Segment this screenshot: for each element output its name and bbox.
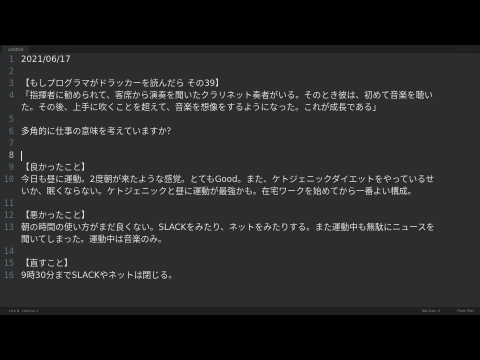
line-number: 15 xyxy=(3,259,14,269)
line-13: 13 朝の時間の使い方がまだ良くない。SLACKをみたり、ネットをみたりする。また… xyxy=(0,222,480,234)
line-9: 9 【良かったこと】 xyxy=(0,162,480,174)
line-text: 2021/06/17 xyxy=(21,55,71,65)
line-number: 6 xyxy=(8,127,14,137)
line-14: 14 xyxy=(0,246,480,258)
line-11: 11 xyxy=(0,198,480,210)
line-number: 14 xyxy=(3,247,14,257)
line-1: 1 2021/06/17 xyxy=(0,54,480,66)
line-text: 【もしプログラマがドラッカーを読んだら その39】 xyxy=(21,79,224,89)
line-text: 聞いてしまった。運動中は音楽のみ。 xyxy=(21,235,167,245)
line-number: 3 xyxy=(8,79,14,89)
editor-window: untitled ⋯ ⋯ ⋯ 1 2021/06/17 2 3 【もしプログラマがド… xyxy=(0,45,480,315)
line-number: 7 xyxy=(8,139,14,149)
line-number: 9 xyxy=(8,163,14,173)
line-3: 3 【もしプログラマがドラッカーを読んだら その39】 xyxy=(0,78,480,90)
line-number: 5 xyxy=(8,115,14,125)
line-text: 朝の時間の使い方がまだ良くない。SLACKをみたり、ネットをみたりする。また運動… xyxy=(21,223,435,233)
line-number: 11 xyxy=(3,199,14,209)
line-6: 6 多角的に仕事の意味を考えていますか？ xyxy=(0,126,480,138)
line-text: 【悪かったこと】 xyxy=(21,211,90,221)
tab-bar-controls[interactable]: ⋯ ⋯ ⋯ xyxy=(456,47,476,52)
line-text: 9時30分までSLACKやネットは閉じる。 xyxy=(21,271,177,281)
line-text: 【良かったこと】 xyxy=(21,163,90,173)
line-text: 【直すこと】 xyxy=(21,259,73,269)
line-10: 10 今日も昼に運動。2度朝が来たような感覚。とてもGood。また、ケトジェニック… xyxy=(0,174,480,186)
line-13-wrap: 聞いてしまった。運動中は音楽のみ。 xyxy=(0,234,480,246)
tab-untitled[interactable]: untitled xyxy=(2,46,30,53)
line-number: 4 xyxy=(8,91,14,101)
tab-bar: untitled ⋯ ⋯ ⋯ xyxy=(0,45,480,53)
line-15: 15 【直すこと】 xyxy=(0,258,480,270)
line-4-wrap: た。その後、上手に吹くことを超えて、音楽を想像をするようになった。これが成長であ… xyxy=(0,102,480,114)
line-2: 2 xyxy=(0,66,480,78)
line-number: 10 xyxy=(3,175,14,185)
line-number: 1 xyxy=(8,55,14,65)
tab-size-selector[interactable]: Tab Size: 4 xyxy=(421,307,440,315)
line-8: 8 xyxy=(0,150,480,162)
line-number: 13 xyxy=(3,223,14,233)
line-text: 今日も昼に運動。2度朝が来たような感覚。とてもGood。また、ケトジェニックダイ… xyxy=(21,175,435,185)
line-5: 5 xyxy=(0,114,480,126)
line-12: 12 【悪かったこと】 xyxy=(0,210,480,222)
line-16: 16 9時30分までSLACKやネットは閉じる。 xyxy=(0,270,480,282)
line-number: 8 xyxy=(8,151,14,161)
line-number: 16 xyxy=(3,271,14,281)
line-text: 「指揮者に勧められて、客席から演奏を聞いたクラリネット奏者がいる。そのとき彼は、… xyxy=(21,91,433,101)
cursor-position: ⋯ Line 8, Column 1 xyxy=(4,309,39,313)
text-cursor xyxy=(21,151,22,161)
line-number: 12 xyxy=(3,211,14,221)
text-area[interactable]: 1 2021/06/17 2 3 【もしプログラマがドラッカーを読んだら その39】… xyxy=(0,53,480,307)
line-4: 4 「指揮者に勧められて、客席から演奏を聞いたクラリネット奏者がいる。そのとき彼は… xyxy=(0,90,480,102)
line-7: 7 xyxy=(0,138,480,150)
syntax-selector[interactable]: Plain Text xyxy=(457,307,474,315)
line-number: 2 xyxy=(8,67,14,77)
line-text: 多角的に仕事の意味を考えていますか？ xyxy=(21,127,176,137)
line-text: た。その後、上手に吹くことを超えて、音楽を想像をするようになった。これが成長であ… xyxy=(21,103,381,113)
status-bar: ⋯ Line 8, Column 1 Tab Size: 4 Plain Tex… xyxy=(0,307,480,315)
line-text: いか、眠くならない。ケトジェニックと昼に運動が最強かも。在宅ワークを始めてから一… xyxy=(21,187,417,197)
line-10-wrap: いか、眠くならない。ケトジェニックと昼に運動が最強かも。在宅ワークを始めてから一… xyxy=(0,186,480,198)
